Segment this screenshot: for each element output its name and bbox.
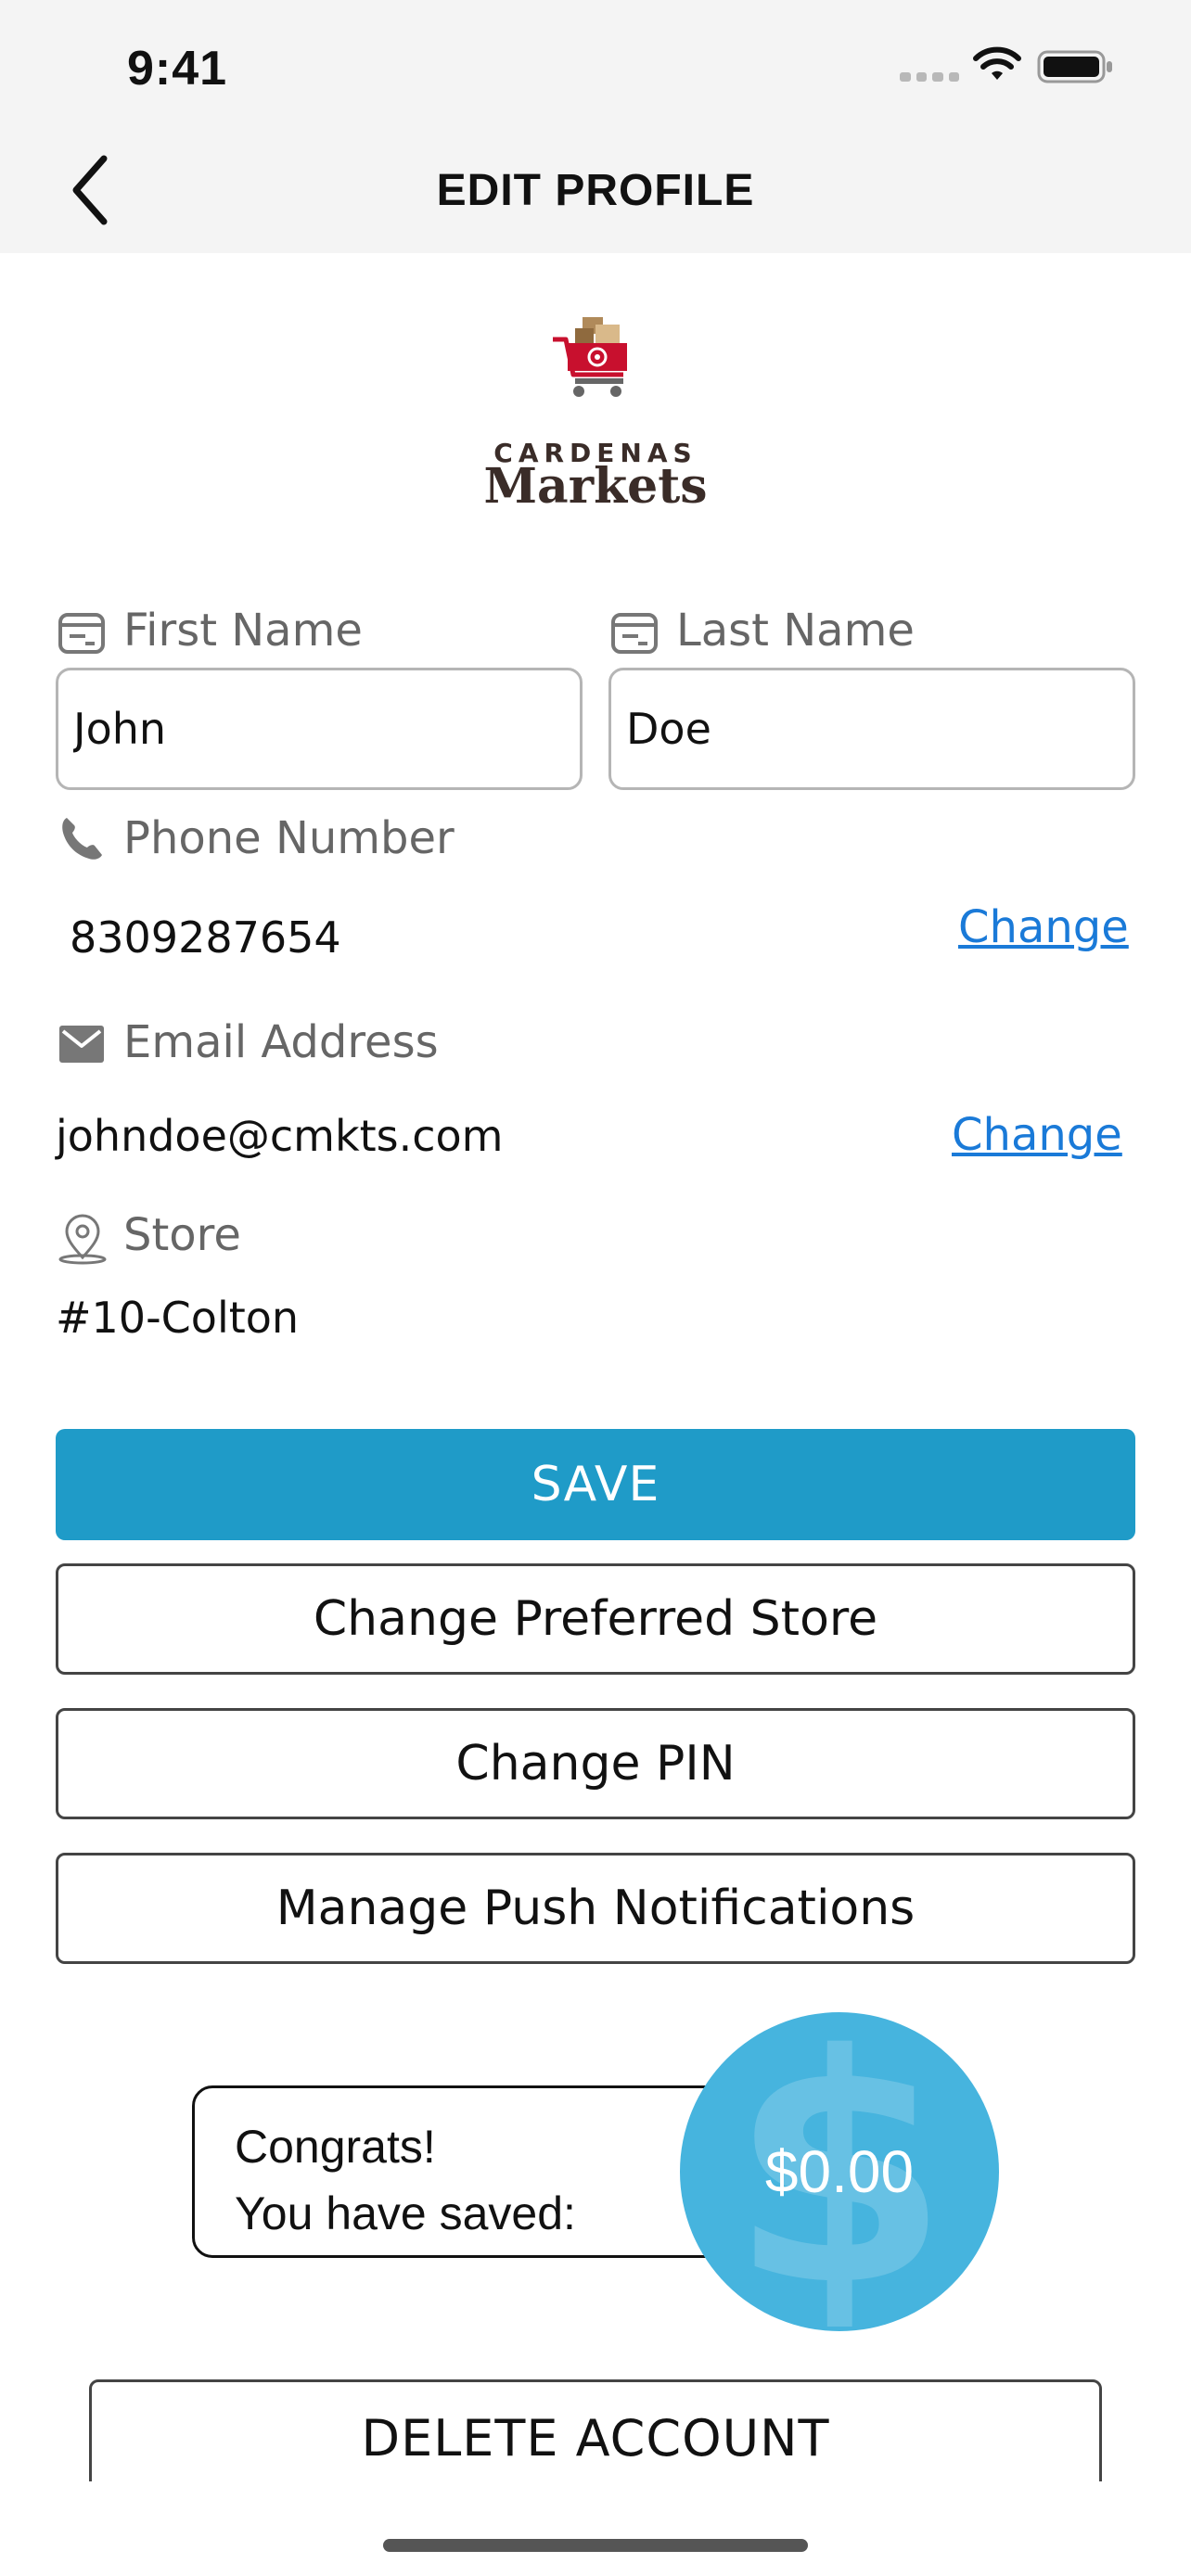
savings-description-text: You have saved: (235, 2187, 576, 2239)
change-pin-button[interactable]: Change PIN (56, 1708, 1135, 1819)
email-address-label: Email Address (123, 1016, 439, 1068)
delete-account-button[interactable]: DELETE ACCOUNT (89, 2379, 1102, 2481)
email-address-value: johndoe@cmkts.com (56, 1111, 504, 1161)
change-phone-link[interactable]: Change (958, 901, 1129, 953)
savings-congrats-text: Congrats! (235, 2121, 436, 2173)
change-email-link[interactable]: Change (952, 1109, 1122, 1161)
change-preferred-store-button[interactable]: Change Preferred Store (56, 1563, 1135, 1675)
logo-text-bottom: Markets (483, 458, 708, 515)
savings-amount: $0.00 (764, 2138, 915, 2205)
store-value: #10-Colton (56, 1293, 300, 1343)
id-card-icon (611, 613, 658, 654)
page-title: EDIT PROFILE (436, 166, 755, 215)
manage-push-notifications-button[interactable]: Manage Push Notifications (56, 1853, 1135, 1964)
first-name-label: First Name (123, 605, 363, 657)
status-time: 9:41 (127, 42, 228, 96)
id-card-icon (58, 613, 105, 654)
envelope-icon (59, 1026, 104, 1063)
phone-number-value: 8309287654 (70, 912, 341, 963)
phone-icon (62, 818, 102, 860)
cellular-signal-icon (900, 72, 959, 82)
delete-account-label: DELETE ACCOUNT (361, 2409, 830, 2468)
wifi-icon (973, 46, 1021, 80)
first-name-input[interactable] (56, 668, 583, 790)
shopping-cart-logo (553, 317, 627, 397)
save-button[interactable]: SAVE (56, 1429, 1135, 1540)
map-pin-icon (58, 1214, 107, 1265)
home-indicator (383, 2539, 808, 2552)
last-name-label: Last Name (676, 605, 915, 657)
phone-number-label: Phone Number (123, 812, 455, 864)
savings-circle: $ $0.00 (680, 2012, 999, 2331)
battery-icon (1037, 50, 1112, 83)
last-name-input[interactable] (608, 668, 1135, 790)
store-label: Store (123, 1209, 241, 1261)
